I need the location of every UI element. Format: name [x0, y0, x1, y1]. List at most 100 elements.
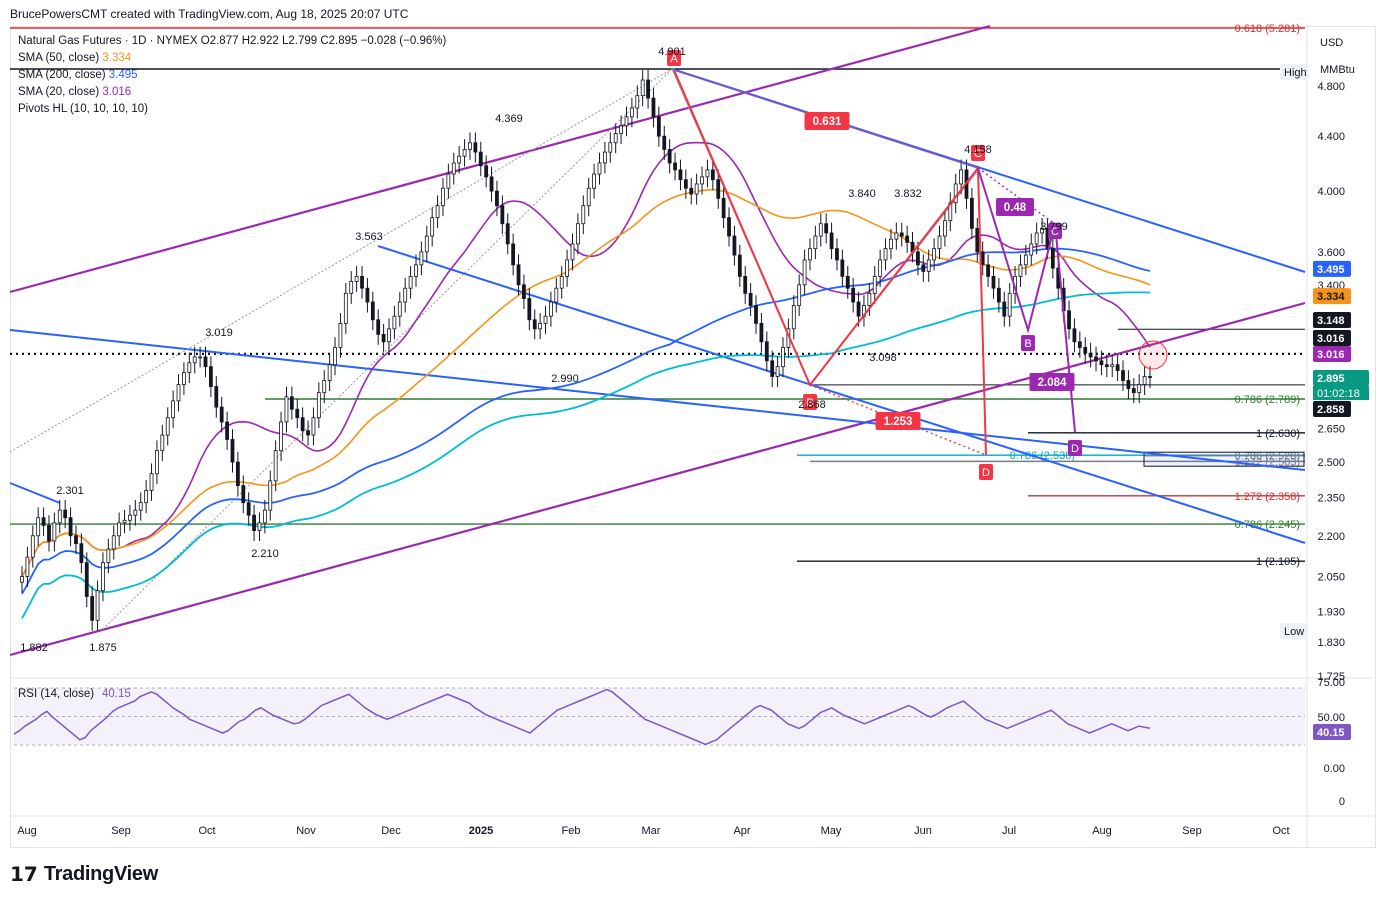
candle-body	[225, 421, 229, 440]
candle-body	[586, 187, 591, 207]
candle-body	[953, 183, 958, 204]
upper-channel-line	[9, 24, 991, 294]
candle-body	[656, 116, 661, 137]
candle-body	[851, 287, 856, 303]
fib-level-label: 0.786 (2.245)	[1235, 519, 1300, 531]
candle-body	[673, 162, 677, 171]
time-tick-label: Aug	[17, 825, 37, 837]
candle-body	[47, 524, 51, 542]
candle-body	[926, 259, 931, 272]
price-tick-label: 2.650	[1317, 423, 1345, 435]
candle-body	[1115, 364, 1120, 371]
price-tick-label: 1.830	[1317, 637, 1345, 649]
time-tick-label: 2025	[469, 825, 493, 837]
target-circle	[1138, 340, 1168, 370]
candle-body	[90, 596, 95, 621]
candle-body	[889, 238, 893, 250]
candle-body	[68, 517, 73, 537]
price-tick-label: 4.400	[1317, 131, 1345, 143]
candle-body	[916, 251, 920, 266]
candle-body	[1002, 301, 1007, 317]
fib-level-label: 0.618 (5.281)	[1235, 23, 1300, 35]
swing-price-label: 2.301	[56, 485, 84, 497]
candle-body	[435, 205, 440, 219]
candle-body	[662, 135, 667, 150]
swing-labels: 4.901 4.369 4.158 3.840 3.832 3.799 3.563 3.098…	[20, 46, 1068, 654]
candle-body	[1121, 370, 1125, 381]
swing-price-label: 4.901	[658, 46, 686, 58]
candle-body	[559, 275, 564, 289]
ratio-label: 0.48	[1004, 202, 1027, 214]
candle-body	[1050, 248, 1055, 269]
candle-body	[754, 305, 758, 324]
time-axis[interactable]: Aug Sep Oct Nov Dec 2025 Feb Mar Apr May Jun Jul Aug…	[17, 825, 1289, 837]
candle-body	[322, 380, 327, 394]
price-axis[interactable]: 4.8004.4004.0003.6003.4002.6502.5002.350…	[1280, 64, 1369, 683]
pattern-point-label: D	[1071, 443, 1079, 455]
candle-body	[149, 473, 154, 491]
candle-body	[241, 485, 246, 504]
candle-body	[764, 341, 769, 362]
candle-body	[268, 480, 273, 511]
candle-body	[781, 347, 785, 368]
candle-body	[845, 275, 850, 289]
candle-body	[775, 366, 780, 377]
candle-body	[543, 315, 548, 324]
candle-body	[1072, 328, 1077, 343]
candle-body	[791, 305, 796, 330]
candle-body	[489, 176, 494, 192]
candle-body	[133, 509, 138, 516]
candle-body	[986, 264, 990, 277]
candle-body	[111, 535, 116, 550]
candle-body	[235, 461, 240, 487]
candle-body	[1094, 356, 1098, 362]
candle-body	[230, 439, 235, 463]
swing-price-label: 4.369	[495, 113, 523, 125]
candle-body	[748, 292, 753, 306]
candle-body	[430, 217, 435, 237]
candle-body	[1137, 384, 1142, 394]
price-tag-label: 3.148	[1317, 315, 1345, 327]
candle-body	[516, 264, 521, 286]
candle-body	[522, 284, 526, 299]
candle-body	[52, 522, 57, 542]
candle-body	[500, 205, 505, 225]
candle-body	[538, 322, 543, 330]
candle-body	[408, 275, 413, 289]
lower-channel-line	[9, 301, 1306, 657]
price-tag-label: Low	[1284, 626, 1304, 638]
candle-body	[592, 173, 596, 189]
candle-body	[41, 517, 46, 526]
candle-body	[468, 142, 472, 150]
candle-body	[608, 142, 613, 153]
ratio-label: 1.253	[884, 416, 913, 428]
candle-body	[802, 259, 807, 286]
chart-canvas[interactable]: 0.618 (5.281) 0.786 (2.789) 1 (2.630) 0.786…	[0, 0, 1384, 905]
candle-body	[214, 386, 219, 408]
tradingview-footer[interactable]: 𝟭𝟳 TradingView	[10, 862, 158, 887]
candle-body	[700, 176, 704, 185]
candle-body	[835, 248, 839, 261]
candle-body	[360, 275, 364, 289]
candle-body	[1007, 292, 1012, 317]
swing-price-label: 3.832	[894, 188, 922, 200]
time-tick-label: Aug	[1092, 825, 1112, 837]
rsi-title: RSI (14, close)	[18, 688, 94, 700]
candle-body	[484, 165, 489, 178]
candle-body	[759, 322, 764, 343]
price-tick-label: 2.050	[1317, 571, 1345, 583]
ratio-label: 2.084	[1038, 377, 1067, 389]
price-tick-label: 2.200	[1317, 531, 1345, 543]
candle-body	[705, 169, 710, 178]
time-tick-label: May	[821, 825, 842, 837]
rsi-tick-label: 50.00	[1317, 712, 1345, 724]
price-tag-label: 3.334	[1317, 291, 1345, 303]
candle-body	[1018, 264, 1023, 277]
candle-body	[969, 197, 974, 229]
swing-price-label: 3.019	[205, 327, 233, 339]
candle-body	[619, 125, 623, 134]
candle-body	[1148, 376, 1152, 378]
candle-body	[155, 450, 159, 475]
candle-body	[1029, 243, 1034, 256]
candle-body	[327, 364, 332, 381]
